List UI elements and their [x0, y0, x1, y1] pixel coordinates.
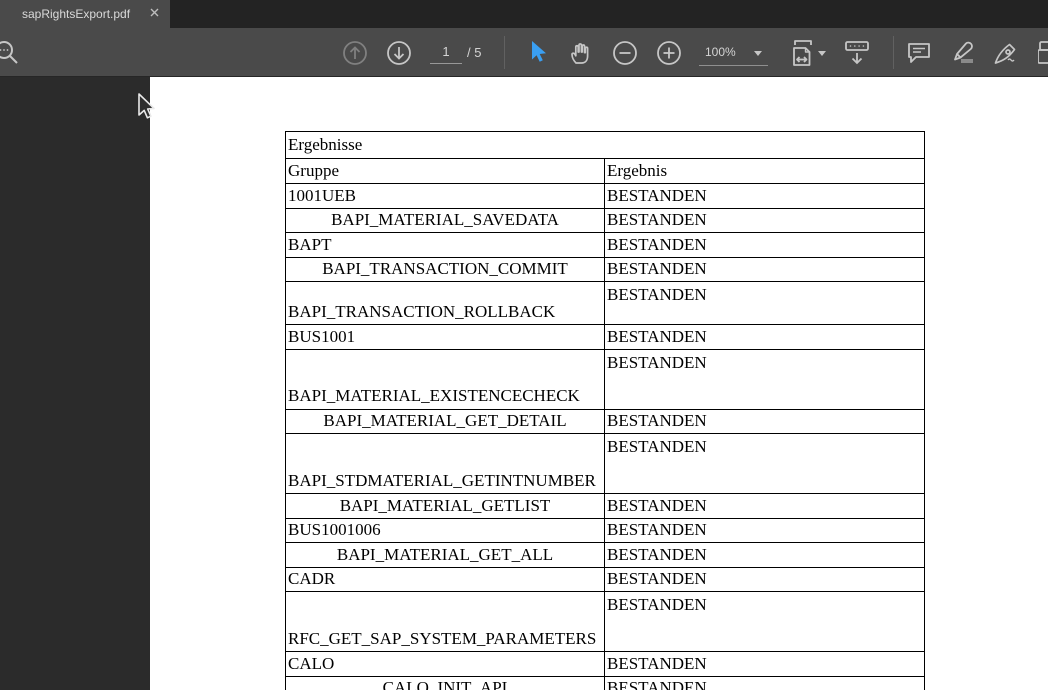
document-tab-title: sapRightsExport.pdf [22, 7, 131, 21]
document-tab[interactable]: sapRightsExport.pdf [0, 0, 170, 28]
highlight-icon[interactable] [948, 38, 976, 66]
pdf-toolbar: 1 / 5 100% [0, 28, 1048, 77]
ergebnis-cell: BESTANDEN [603, 675, 926, 690]
table-row: BUS1001006 BESTANDEN [285, 517, 926, 543]
pdf-page[interactable]: Ergebnisse Gruppe Ergebnis 1001UEB BESTAN… [150, 77, 1048, 690]
gruppe-cell: BAPI_TRANSACTION_COMMIT [285, 256, 605, 282]
previous-page-icon[interactable] [341, 39, 369, 67]
column-header-ergebnis: Ergebnis [603, 158, 926, 184]
ergebnis-cell: BESTANDEN [603, 183, 926, 209]
ergebnis-cell: BESTANDEN [603, 517, 926, 543]
table-title: Ergebnisse [284, 131, 926, 159]
table-row: CADR BESTANDEN [285, 566, 926, 592]
ergebnis-cell: BESTANDEN [603, 207, 926, 233]
ergebnis-cell: BESTANDEN [603, 591, 926, 652]
column-header-gruppe: Gruppe [285, 158, 605, 184]
ergebnis-cell: BESTANDEN [603, 566, 926, 592]
gruppe-cell: BAPI_MATERIAL_GET_DETAIL [285, 408, 605, 434]
gruppe-cell: BAPI_TRANSACTION_ROLLBACK [285, 281, 605, 325]
hand-tool-icon[interactable] [566, 39, 594, 67]
table-row: BAPI_TRANSACTION_COMMIT BESTANDEN [285, 256, 926, 282]
next-page-icon[interactable] [385, 39, 413, 67]
gruppe-cell: BAPI_STDMATERIAL_GETINTNUMBER [285, 433, 605, 494]
results-table-body: Ergebnisse Gruppe Ergebnis 1001UEB BESTAN… [284, 131, 926, 690]
table-row: BAPI_MATERIAL_EXISTENCECHECK BESTANDEN [285, 348, 926, 410]
zoom-level-value: 100% [705, 45, 736, 59]
page-number-input[interactable]: 1 [430, 42, 462, 64]
partial-tool-icon[interactable] [1037, 39, 1048, 67]
table-row: BAPI_MATERIAL_SAVEDATA BESTANDEN [285, 207, 926, 233]
chevron-down-icon [754, 51, 762, 56]
gruppe-cell: BUS1001 [285, 324, 605, 350]
ergebnis-cell: BESTANDEN [603, 433, 926, 494]
gruppe-cell: BAPI_MATERIAL_GET_ALL [285, 542, 605, 568]
ergebnis-cell: BESTANDEN [603, 256, 926, 282]
toolbar-divider [504, 36, 505, 69]
gruppe-cell: BAPI_MATERIAL_EXISTENCECHECK [285, 348, 605, 410]
gruppe-cell: BAPI_MATERIAL_SAVEDATA [285, 207, 605, 233]
gruppe-cell: CADR [285, 566, 605, 592]
table-row: BAPI_STDMATERIAL_GETINTNUMBER BESTANDEN [285, 433, 926, 494]
results-table: Ergebnisse Gruppe Ergebnis 1001UEB BESTAN… [284, 131, 926, 690]
gruppe-cell: BAPT [285, 232, 605, 258]
tab-bar: sapRightsExport.pdf [0, 0, 1048, 28]
ergebnis-cell: BESTANDEN [603, 542, 926, 568]
ergebnis-cell: BESTANDEN [603, 232, 926, 258]
toolbar-divider [893, 36, 894, 69]
page-total-label: / 5 [467, 45, 482, 60]
fill-sign-icon[interactable] [992, 39, 1020, 67]
gruppe-cell: CALO_INIT_API [285, 675, 605, 690]
table-row: BAPI_MATERIAL_GETLIST BESTANDEN [285, 493, 926, 519]
select-tool-icon[interactable] [524, 39, 552, 67]
table-row: BAPT BESTANDEN [285, 232, 926, 258]
ergebnis-cell: BESTANDEN [603, 281, 926, 325]
gruppe-cell: BUS1001006 [285, 517, 605, 543]
mouse-cursor [136, 93, 158, 128]
fit-width-icon[interactable] [788, 38, 816, 66]
table-row: BUS1001 BESTANDEN [285, 324, 926, 350]
chevron-down-icon[interactable] [818, 51, 826, 56]
gruppe-cell: BAPI_MATERIAL_GETLIST [285, 493, 605, 519]
close-icon[interactable] [146, 0, 162, 28]
toolbar-collapse-icon[interactable] [842, 38, 870, 66]
comment-icon[interactable] [905, 39, 933, 67]
ergebnis-cell: BESTANDEN [603, 324, 926, 350]
zoom-out-icon[interactable] [611, 39, 639, 67]
document-viewport[interactable]: Ergebnisse Gruppe Ergebnis 1001UEB BESTAN… [0, 77, 1048, 690]
zoom-in-icon[interactable] [655, 39, 683, 67]
ergebnis-cell: BESTANDEN [603, 651, 926, 677]
table-title-row: Ergebnisse [284, 131, 926, 159]
table-row: CALO_INIT_API BESTANDEN [285, 675, 926, 690]
table-row: BAPI_TRANSACTION_ROLLBACK BESTANDEN [285, 281, 926, 325]
table-row: BAPI_MATERIAL_GET_ALL BESTANDEN [285, 542, 926, 568]
ergebnis-cell: BESTANDEN [603, 348, 926, 410]
ergebnis-cell: BESTANDEN [603, 408, 926, 434]
gruppe-cell: 1001UEB [285, 183, 605, 209]
table-row: CALO BESTANDEN [285, 651, 926, 677]
table-header-row: Gruppe Ergebnis [285, 158, 926, 184]
gruppe-cell: RFC_GET_SAP_SYSTEM_PARAMETERS [285, 591, 605, 652]
zoom-level-dropdown[interactable]: 100% [699, 40, 768, 66]
gruppe-cell: CALO [285, 651, 605, 677]
table-row: BAPI_MATERIAL_GET_DETAIL BESTANDEN [285, 408, 926, 434]
ergebnis-cell: BESTANDEN [603, 493, 926, 519]
search-icon[interactable] [0, 38, 20, 66]
table-row: RFC_GET_SAP_SYSTEM_PARAMETERS BESTANDEN [285, 591, 926, 652]
table-row: 1001UEB BESTANDEN [285, 183, 926, 209]
